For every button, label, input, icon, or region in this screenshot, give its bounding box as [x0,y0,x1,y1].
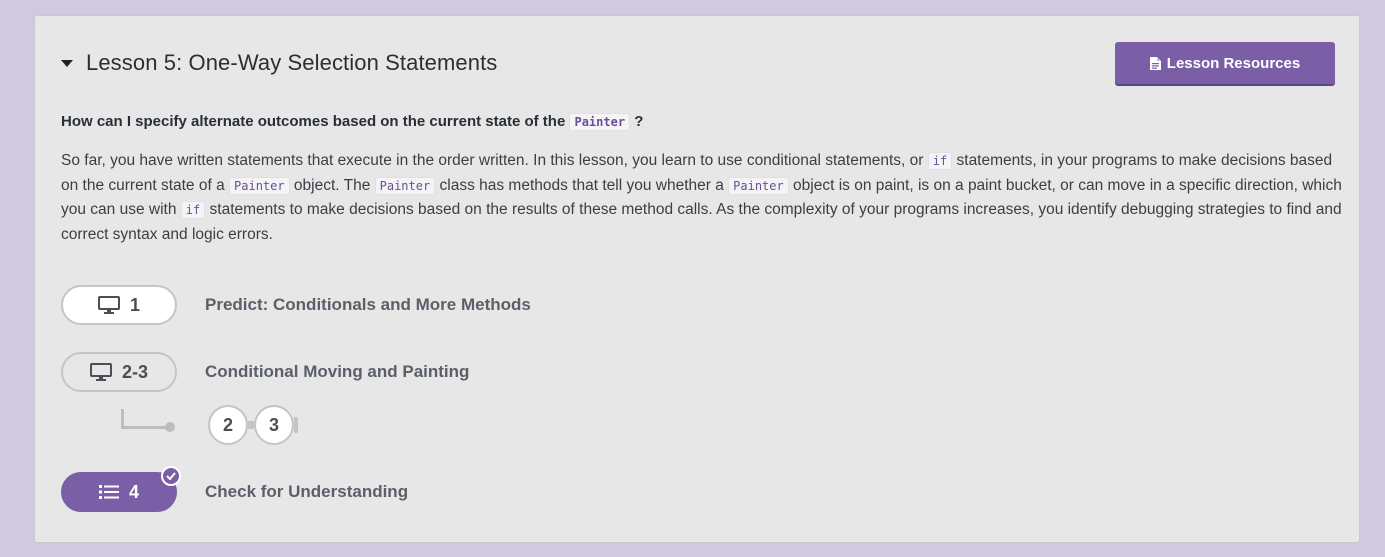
level-4-number: 4 [128,481,139,502]
sublevel-tail [294,417,298,433]
level-row-1: 1 Predict: Conditionals and More Methods [61,285,531,325]
document-icon [1149,56,1161,70]
level-2-3-button[interactable]: 2-3 [61,352,177,392]
level-row-2-3: 2-3 Conditional Moving and Painting [61,352,469,392]
sublevel-connector-dot [165,422,175,432]
monitor-icon [89,363,112,381]
sublevel-connector [121,409,169,429]
lesson-resources-button[interactable]: Lesson Resources [1115,42,1335,84]
code-painter: Painter [374,176,436,195]
code-painter: Painter [229,176,290,195]
desc-text: So far, you have written statements that… [61,152,928,169]
sublevel-2-bubble[interactable]: 2 [208,405,248,445]
lesson-title: Lesson 5: One-Way Selection Statements [86,50,498,75]
level-2-3-name[interactable]: Conditional Moving and Painting [205,362,469,382]
sublevel-3-bubble[interactable]: 3 [254,405,294,445]
code-if: if [927,152,953,170]
lesson-resources-label: Lesson Resources [1166,54,1301,72]
desc-text: statements to make decisions based on th… [61,201,1342,243]
sublevel-group: 2 3 [208,405,298,445]
level-1-button[interactable]: 1 [61,285,177,325]
level-4-name[interactable]: Check for Understanding [205,482,408,502]
lesson-card: Lesson 5: One-Way Selection Statements L… [34,15,1360,543]
level-1-name[interactable]: Predict: Conditionals and More Methods [205,295,531,315]
code-painter: Painter [728,176,789,195]
desc-text: class has methods that tell you whether … [435,176,729,194]
question-text: How can I specify alternate outcomes bas… [61,113,570,130]
level-1-number: 1 [129,294,140,315]
lesson-description: So far, you have written statements that… [61,149,1351,246]
monitor-icon [97,296,120,314]
desc-text: object. The [289,176,375,194]
lesson-header[interactable]: Lesson 5: One-Way Selection Statements [61,50,497,76]
level-2-3-number: 2-3 [121,361,148,382]
list-icon [98,484,119,500]
collapse-caret-icon[interactable] [61,59,73,67]
lesson-question: How can I specify alternate outcomes bas… [61,113,644,131]
question-mark: ? [634,113,644,130]
code-painter: Painter [569,113,631,131]
completed-check-icon [161,466,181,486]
code-if: if [180,201,206,219]
level-4-button[interactable]: 4 [61,466,181,512]
level-row-4: 4 Check for Understanding [61,466,408,512]
